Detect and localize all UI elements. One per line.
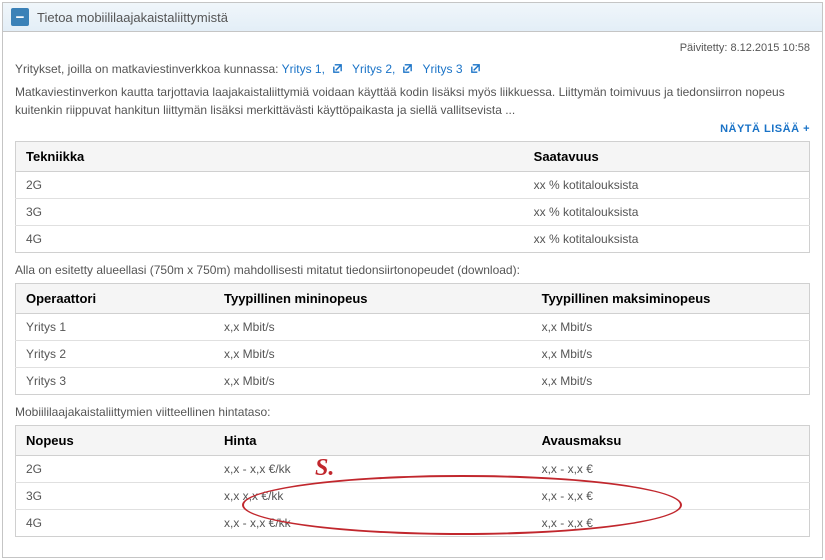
cell-tech: 3G — [16, 198, 524, 225]
col-minspeed: Tyypillinen mininopeus — [214, 283, 532, 313]
show-more-link[interactable]: NÄYTÄ LISÄÄ + — [15, 123, 810, 135]
cell-price: x,x - x,x €/kk — [214, 509, 532, 536]
table-row: Yritys 2x,x Mbit/sx,x Mbit/s — [16, 340, 810, 367]
cell-max: x,x Mbit/s — [532, 367, 810, 394]
cell-open: x,x - x,x € — [532, 509, 810, 536]
cell-tech: 4G — [16, 225, 524, 252]
table-row: 4Gx,x - x,x €/kkx,x - x,x € — [16, 509, 810, 536]
cell-speed: 3G — [16, 482, 215, 509]
cell-op: Yritys 3 — [16, 367, 215, 394]
table-row: Yritys 3x,x Mbit/sx,x Mbit/s — [16, 367, 810, 394]
cell-max: x,x Mbit/s — [532, 340, 810, 367]
table-row: 3Gxx % kotitalouksista — [16, 198, 810, 225]
cell-open: x,x - x,x € — [532, 455, 810, 482]
cell-min: x,x Mbit/s — [214, 313, 532, 340]
cell-speed: 4G — [16, 509, 215, 536]
info-panel: − Tietoa mobiililaajakaistaliittymistä P… — [2, 2, 823, 558]
cell-min: x,x Mbit/s — [214, 367, 532, 394]
description-text: Matkaviestinverkon kautta tarjottavia la… — [15, 83, 810, 119]
speeds-table: Operaattori Tyypillinen mininopeus Tyypi… — [15, 283, 810, 395]
cell-avail: xx % kotitalouksista — [524, 198, 810, 225]
availability-table: Tekniikka Saatavuus 2Gxx % kotitalouksis… — [15, 141, 810, 253]
price-caption: Mobiililaajakaistaliittymien viitteellin… — [15, 405, 810, 419]
cell-tech: 2G — [16, 171, 524, 198]
updated-value: 8.12.2015 10:58 — [730, 42, 810, 54]
col-openfee: Avausmaksu — [532, 425, 810, 455]
cell-max: x,x Mbit/s — [532, 313, 810, 340]
table-row: Yritys 1x,x Mbit/sx,x Mbit/s — [16, 313, 810, 340]
cell-open: x,x - x,x € — [532, 482, 810, 509]
cell-avail: xx % kotitalouksista — [524, 171, 810, 198]
cell-avail: xx % kotitalouksista — [524, 225, 810, 252]
company-link-2[interactable]: Yritys 2, — [352, 62, 395, 76]
cell-min: x,x Mbit/s — [214, 340, 532, 367]
external-link-icon — [402, 63, 413, 77]
company-link-label: Yritys 2, — [352, 62, 395, 76]
col-speed: Nopeus — [16, 425, 215, 455]
cell-speed: 2G — [16, 455, 215, 482]
table-row: 3Gx,x x,x €/kkx,x - x,x € — [16, 482, 810, 509]
panel-header: − Tietoa mobiililaajakaistaliittymistä — [3, 3, 822, 32]
cell-price: x,x - x,x €/kk — [214, 455, 532, 482]
speeds-caption: Alla on esitetty alueellasi (750m x 750m… — [15, 263, 810, 277]
company-link-label: Yritys 1, — [282, 62, 325, 76]
col-price: Hinta — [214, 425, 532, 455]
col-tech: Tekniikka — [16, 141, 524, 171]
cell-op: Yritys 2 — [16, 340, 215, 367]
cell-price: x,x x,x €/kk — [214, 482, 532, 509]
panel-title: Tietoa mobiililaajakaistaliittymistä — [37, 10, 228, 25]
updated-label: Päivitetty: — [680, 42, 728, 54]
external-link-icon — [332, 63, 343, 77]
company-link-3[interactable]: Yritys 3 — [423, 62, 463, 76]
table-row: 4Gxx % kotitalouksista — [16, 225, 810, 252]
table-row: 2Gxx % kotitalouksista — [16, 171, 810, 198]
table-row: 2Gx,x - x,x €/kkx,x - x,x € — [16, 455, 810, 482]
external-link-icon — [470, 63, 481, 77]
company-link-label: Yritys 3 — [423, 62, 463, 76]
col-maxspeed: Tyypillinen maksiminopeus — [532, 283, 810, 313]
cell-op: Yritys 1 — [16, 313, 215, 340]
panel-body: Päivitetty: 8.12.2015 10:58 Yritykset, j… — [3, 32, 822, 557]
companies-prefix: Yritykset, joilla on matkaviestinverkkoa… — [15, 62, 278, 76]
collapse-button[interactable]: − — [11, 8, 29, 26]
company-link-1[interactable]: Yritys 1, — [282, 62, 325, 76]
col-operator: Operaattori — [16, 283, 215, 313]
updated-line: Päivitetty: 8.12.2015 10:58 — [15, 42, 810, 54]
companies-line: Yritykset, joilla on matkaviestinverkkoa… — [15, 62, 810, 77]
col-avail: Saatavuus — [524, 141, 810, 171]
price-table: Nopeus Hinta Avausmaksu 2Gx,x - x,x €/kk… — [15, 425, 810, 537]
